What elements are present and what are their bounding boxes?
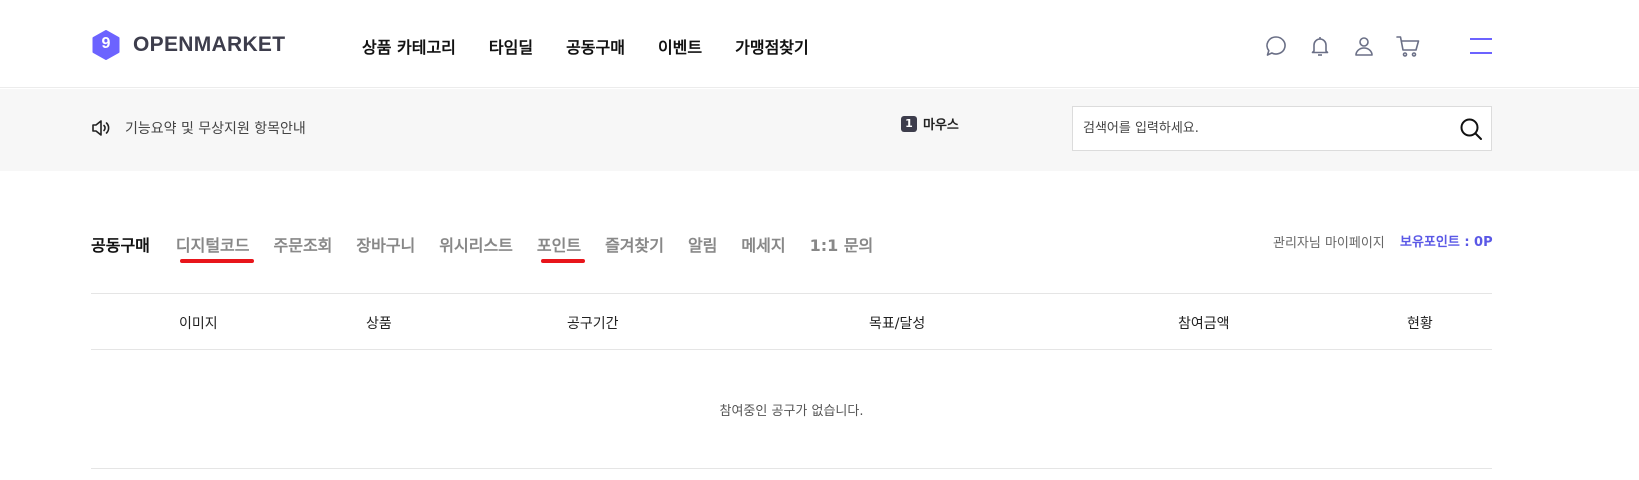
notice-text: 기능요약 및 무상지원 항목안내 [125, 121, 306, 137]
search-input[interactable] [1083, 107, 1443, 150]
points-balance: 보유포인트 : 0P [1400, 235, 1493, 250]
column-header-amount: 참여금액 [1178, 316, 1230, 332]
notice[interactable]: 기능요약 및 무상지원 항목안내 [91, 118, 306, 138]
popular-keyword[interactable]: 1 마우스 [901, 114, 959, 133]
nav-item-group-buy[interactable]: 공동구매 [566, 34, 625, 58]
column-header-goal: 목표/달성 [869, 316, 926, 332]
mypage-link[interactable]: 관리자님 마이페이지 [1273, 232, 1385, 251]
site-header: 9 OPENMARKET 상품 카테고리 타임딜 공동구매 이벤트 가맹점찾기 [0, 0, 1639, 88]
mypage-title: 공동구매 [91, 236, 150, 255]
logo[interactable]: 9 OPENMARKET [91, 29, 285, 61]
nav-item-category[interactable]: 상품 카테고리 [362, 34, 456, 58]
empty-message: 참여중인 공구가 없습니다. [719, 404, 864, 419]
tab-notifications[interactable]: 알림 [688, 232, 717, 256]
table-body: 참여중인 공구가 없습니다. [91, 350, 1492, 469]
speaker-icon [91, 119, 111, 137]
tab-messages[interactable]: 메세지 [741, 232, 785, 256]
logo-badge-icon: 9 [91, 30, 121, 60]
logo-badge-number: 9 [101, 35, 111, 52]
tab-digital-code[interactable]: 디지털코드 [176, 232, 254, 263]
chat-icon[interactable] [1262, 32, 1290, 60]
main-nav: 상품 카테고리 타임딜 공동구매 이벤트 가맹점찾기 [362, 34, 842, 58]
logo-text: OPENMARKET [133, 33, 286, 56]
nav-item-store-finder[interactable]: 가맹점찾기 [735, 34, 809, 58]
search-icon[interactable] [1459, 117, 1483, 141]
group-buy-table: 이미지 상품 공구기간 목표/달성 참여금액 현황 참여중인 공구가 없습니다. [91, 293, 1492, 469]
table-header: 이미지 상품 공구기간 목표/달성 참여금액 현황 [91, 293, 1492, 350]
column-header-product: 상품 [366, 316, 392, 332]
tab-inquiry[interactable]: 1:1 문의 [810, 232, 874, 256]
rank-keyword: 마우스 [923, 118, 959, 133]
rank-badge: 1 [901, 115, 917, 132]
tab-favorites[interactable]: 즐겨찾기 [605, 232, 664, 256]
nav-item-event[interactable]: 이벤트 [658, 34, 702, 58]
column-header-period: 공구기간 [567, 316, 619, 332]
cart-icon[interactable] [1394, 32, 1422, 60]
notice-bar: 기능요약 및 무상지원 항목안내 1 마우스 [0, 89, 1639, 171]
menu-icon[interactable] [1469, 34, 1493, 58]
tab-order-lookup[interactable]: 주문조회 [274, 232, 333, 256]
nav-item-timedeal[interactable]: 타임딜 [489, 34, 533, 58]
header-icons [1262, 32, 1438, 60]
user-icon[interactable] [1350, 32, 1378, 60]
search-box [1072, 106, 1492, 151]
mypage-tabs: 공동구매 디지털코드 주문조회 장바구니 위시리스트 포인트 즐겨찾기 알림 메… [91, 232, 897, 263]
column-header-image: 이미지 [179, 316, 218, 332]
bell-icon[interactable] [1306, 32, 1334, 60]
tab-cart[interactable]: 장바구니 [356, 232, 415, 256]
tab-points[interactable]: 포인트 [537, 232, 586, 263]
tab-wishlist[interactable]: 위시리스트 [439, 232, 513, 256]
column-header-status: 현황 [1407, 316, 1433, 332]
